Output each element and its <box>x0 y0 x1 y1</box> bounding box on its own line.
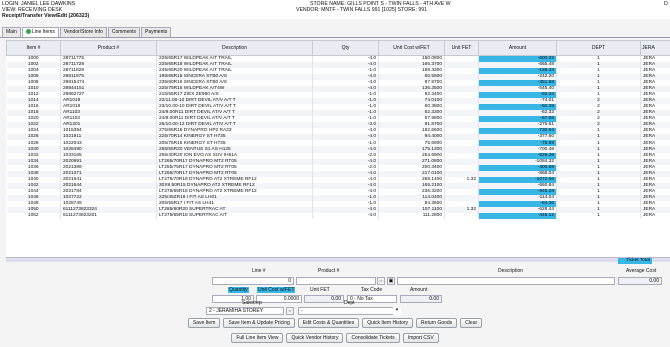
grid-header-row: Item # Product # Description Qty Unit Co… <box>6 40 670 56</box>
col-header-dept[interactable]: DEPT <box>556 40 641 56</box>
chevron-down-icon[interactable]: ▾ <box>393 307 401 315</box>
unit-cost-input[interactable]: 0.0000 <box>256 295 302 303</box>
salesrep-lookup-icon[interactable]: ⇔ <box>286 307 294 315</box>
salesrep-label: Salesrep <box>242 300 262 306</box>
col-header-description[interactable]: Description <box>156 40 313 56</box>
corner-label: D <box>664 1 668 7</box>
product-input[interactable] <box>296 277 376 285</box>
grid-body: 1000 28711775 225/65R17 WILDPEAK A/T TRAIL… <box>6 55 670 220</box>
lookup-icon[interactable]: ▣ <box>387 277 395 285</box>
line-number-input[interactable]: 0 <box>212 277 294 285</box>
col-header-unit-fet[interactable]: Unit FET <box>444 40 479 56</box>
tab-line-items[interactable]: Line Items <box>21 27 59 37</box>
cell-item: 1052 <box>6 212 61 220</box>
quick-item-history-button[interactable]: Quick Item History <box>362 318 414 328</box>
search-icon[interactable]: ⇔ <box>377 277 385 285</box>
salesrep-select[interactable]: 2 - JERAMIHA STOREY <box>206 307 284 315</box>
cell-qty: -4.0 <box>312 212 379 220</box>
dept-select[interactable]: - <box>298 307 396 315</box>
unit-cost-label: Unit Cost w/FET <box>257 287 296 293</box>
average-cost-label: Average Cost <box>626 268 657 274</box>
tab-main[interactable]: Main <box>2 27 21 37</box>
cell-amount: -445.12 <box>478 212 557 220</box>
col-header-product[interactable]: Product # <box>60 40 157 56</box>
col-header-salesrep[interactable]: JERA <box>640 40 670 56</box>
line-items-grid: Item # Product # Description Qty Unit Co… <box>6 40 670 257</box>
product-label: Product # <box>318 268 340 274</box>
import-csv-button[interactable]: Import CSV <box>402 333 439 343</box>
cell-unit-fet <box>444 212 479 220</box>
line-label: Line # <box>252 268 266 274</box>
quick-vendor-history-button[interactable]: Quick Vendor History <box>286 333 344 343</box>
description-input[interactable] <box>397 277 615 285</box>
tab-payments[interactable]: Payments <box>141 27 172 37</box>
ticket-total: Ticket Total <box>618 258 652 264</box>
check-icon <box>25 29 31 34</box>
cell-unit-cost: 111.2800 <box>378 212 445 220</box>
cell-description: LT275/65R18 SUPERTRAC A/T <box>156 212 313 220</box>
col-header-unit-cost[interactable]: Unit Cost w/FET <box>378 40 445 56</box>
col-header-amount[interactable]: Amount <box>478 40 557 56</box>
consolidate-tickets-button[interactable]: Consolidate Tickets <box>346 333 400 343</box>
cell-product: 6111273823201 <box>60 212 157 220</box>
cell-salesrep: JERA <box>640 212 670 220</box>
page-title: Receipt/Transfer View/Edit (206323) <box>2 13 90 19</box>
amount-field: 0.00 <box>400 295 442 303</box>
tab-vendor-store-info[interactable]: Vendor/Store Info <box>59 27 107 37</box>
cell-dept: 1 <box>556 212 641 220</box>
horizontal-scrollbar[interactable] <box>6 257 670 262</box>
vendor-info: VENDOR: MNTF - TWIN FALLS 991 [1025] STO… <box>296 7 427 13</box>
receipt-transfer-window: LOGIN: JANIEL LEE DAWKINS VIEW: RECEIVIN… <box>0 0 670 347</box>
amount-label: Amount <box>410 287 428 293</box>
quantity-label: Quantity <box>228 287 249 293</box>
dept-label: Dept <box>344 300 355 306</box>
save-item-button[interactable]: Save Item <box>187 318 221 328</box>
action-buttons-row: Save Item Save Item & Update Pricing Edi… <box>0 318 670 328</box>
edit-costs-quantities-button[interactable]: Edit Costs & Quantities <box>297 318 360 328</box>
average-cost-field: 0.00 <box>618 277 662 285</box>
unit-fet-field: 0.00 <box>304 295 344 303</box>
tab-comments[interactable]: Comments <box>107 27 141 37</box>
col-header-item[interactable]: Item # <box>6 40 61 56</box>
tab-divider <box>0 37 670 38</box>
tax-code-label: Tax Code <box>361 287 383 293</box>
return-goods-button[interactable]: Return Goods <box>416 318 458 328</box>
header: LOGIN: JANIEL LEE DAWKINS VIEW: RECEIVIN… <box>0 0 670 19</box>
unit-fet-label: Unit FET <box>310 287 330 293</box>
secondary-buttons-row: Full Line Item View Quick Vendor History… <box>0 333 670 343</box>
full-line-item-view-button[interactable]: Full Line Item View <box>231 333 284 343</box>
description-label: Description <box>498 268 524 274</box>
col-header-qty[interactable]: Qty <box>312 40 379 56</box>
tab-line-items-label: Line Items <box>31 29 55 35</box>
save-item-update-pricing-button[interactable]: Save Item & Update Pricing <box>223 318 295 328</box>
clear-button[interactable]: Clear <box>460 318 483 328</box>
tab-bar: Main Line Items Vendor/Store Info Commen… <box>2 27 172 37</box>
table-row[interactable]: 1052 6111273823201 LT275/65R18 SUPERTRAC A… <box>6 212 670 220</box>
